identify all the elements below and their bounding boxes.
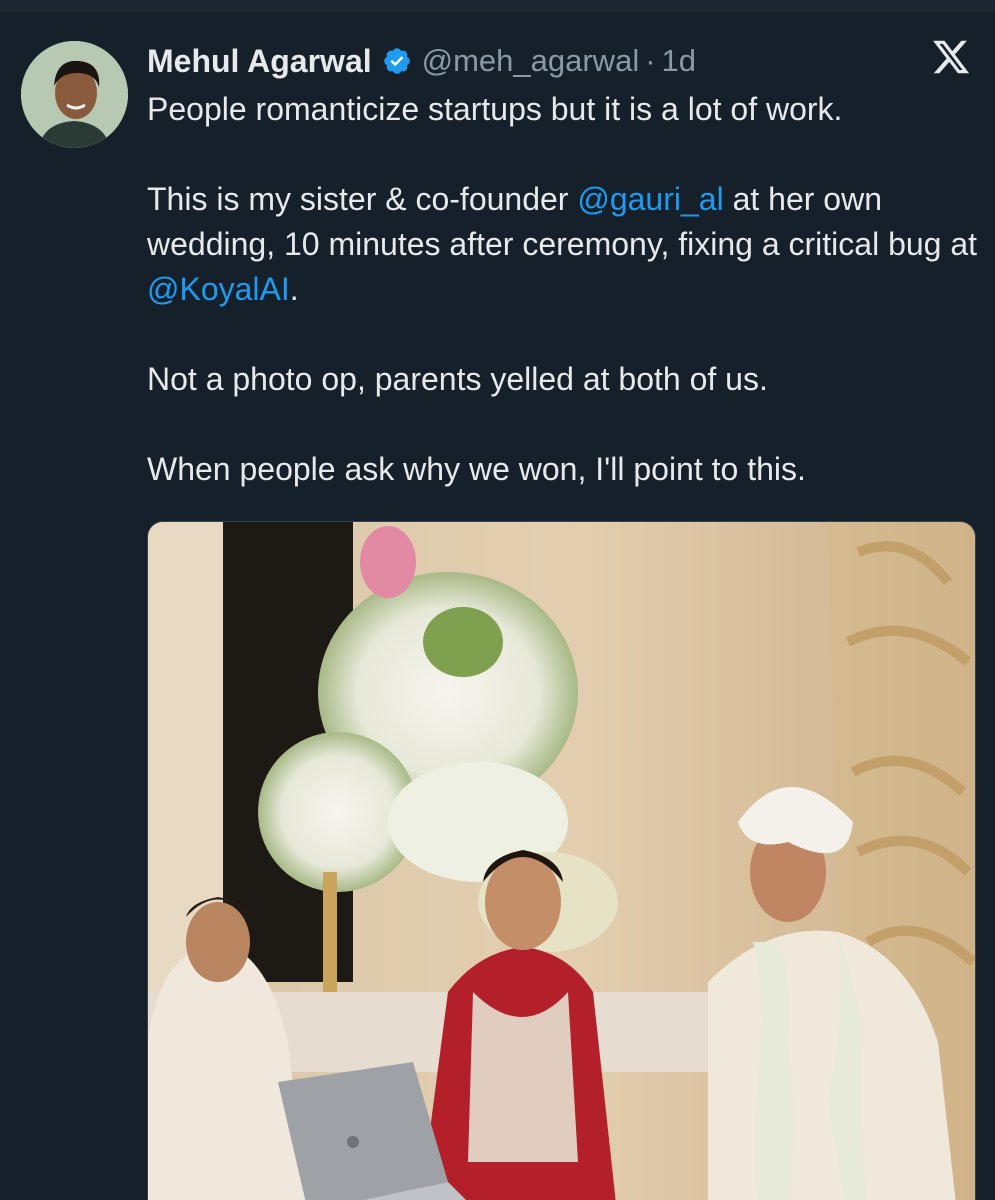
tweet-text: People romanticize startups but it is a …	[147, 87, 982, 492]
tweet-text-segment: .	[289, 271, 299, 307]
tweet-paragraph-1: People romanticize startups but it is a …	[147, 91, 843, 127]
tweet-text-segment: This is my sister & co-founder	[147, 181, 578, 217]
mention-link-koyalai[interactable]: @KoyalAI	[147, 271, 290, 307]
top-edge	[0, 0, 995, 12]
mention-link-gauri[interactable]: @gauri_al	[577, 181, 723, 217]
tweet-paragraph-3: Not a photo op, parents yelled at both o…	[147, 361, 768, 397]
tweet-paragraph-4: When people ask why we won, I'll point t…	[147, 451, 806, 487]
separator-dot: ·	[645, 43, 656, 78]
tweet-media-photo[interactable]	[147, 521, 976, 1200]
avatar-image	[21, 41, 128, 148]
wedding-photo	[148, 522, 975, 1200]
author-name[interactable]: Mehul Agarwal	[147, 43, 372, 80]
x-logo-icon	[933, 40, 970, 74]
tweet-paragraph-2: This is my sister & co-founder @gauri_al…	[147, 177, 982, 312]
verified-badge-icon	[383, 48, 410, 74]
timestamp[interactable]: 1d	[662, 43, 696, 79]
tweet-header: Mehul Agarwal @meh_agarwal · 1d	[147, 36, 696, 86]
profile-avatar[interactable]	[21, 41, 128, 148]
author-handle[interactable]: @meh_agarwal	[422, 43, 640, 79]
